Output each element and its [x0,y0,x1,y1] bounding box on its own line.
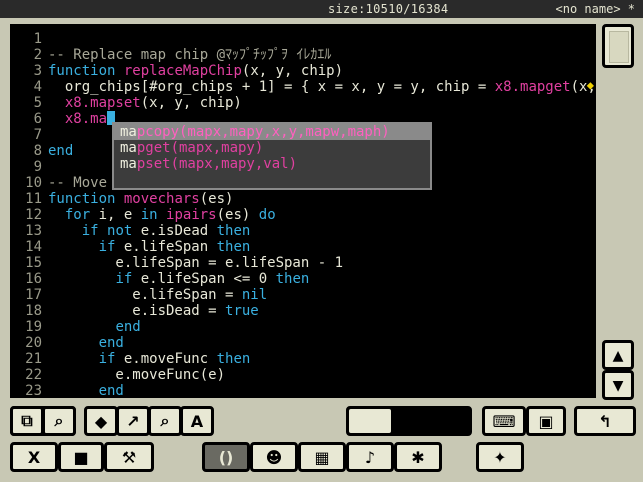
line-number: 18 [25,303,42,319]
line-number: 11 [25,191,42,207]
zoom-slider[interactable] [346,406,472,436]
autocomplete-prefix: ma [120,156,137,172]
line-number: 5 [33,95,42,111]
autocomplete-suggestion: pset(mapx,mapy,val) [136,156,298,172]
line-number: 6 [33,111,42,127]
line-number: 16 [25,271,42,287]
code-line[interactable]: if not e.isDead then [48,223,596,239]
editor-frame: 1 2 3 4 5 6 7 8 9 10 11 12 13 14 15 16 17 18 19 20 21 22 23 --… [0,18,643,404]
line-number: 14 [25,239,42,255]
line-number: 19 [25,319,42,335]
status-bar: size:10510/16384 <no name> * [0,0,643,18]
line-number: 2 [33,47,42,63]
bug-icon[interactable]: ✱ [394,442,442,472]
code-line[interactable]: e.lifeSpan = nil [48,287,596,303]
close-button[interactable]: X [10,442,58,472]
line-number: 22 [25,367,42,383]
autocomplete-item[interactable]: mapcopy(mapx,mapy,x,y,mapw,maph) [114,124,430,140]
line-number: 15 [25,255,42,271]
line-number: 17 [25,287,42,303]
code-line[interactable]: if e.lifeSpan <= 0 then [48,271,596,287]
autocomplete-popup: mapcopy(mapx,mapy,x,y,mapw,maph) mapget(m… [112,122,432,190]
autocomplete-item[interactable]: mapset(mapx,mapy,val) [114,156,430,172]
find-icon[interactable]: ⌕ [148,406,182,436]
code-line[interactable]: e.lifeSpan = e.lifeSpan - 1 [48,255,596,271]
overflow-marker-icon: ◆ [586,78,594,92]
sprite-icon[interactable]: ☻ [250,442,298,472]
code-line[interactable]: function movechars(es) [48,191,596,207]
autocomplete-prefix: ma [120,124,137,140]
line-number: 23 [25,383,42,398]
autocomplete-suggestion: pget(mapx,mapy) [136,140,264,156]
eraser-icon[interactable]: ◆ [84,406,118,436]
code-line[interactable]: end [48,335,596,351]
code-line[interactable]: if e.moveFunc then [48,351,596,367]
run-icon[interactable]: ✦ [476,442,524,472]
sound-icon[interactable]: ♪ [346,442,394,472]
file-name-label: <no name> * [555,2,635,16]
clipboard-icon[interactable]: ▣ [526,406,566,436]
code-line[interactable]: -- Replace map chip @ﾏｯﾌﾟﾁｯﾌﾟｦ ｲﾚｶｴﾙ [48,47,596,63]
autocomplete-suggestion: pcopy(mapx,mapy,x,y,mapw,maph) [136,124,390,140]
slider-knob[interactable] [349,409,391,433]
line-number: 9 [33,159,42,175]
code-line[interactable]: end [48,383,596,398]
wrench-icon[interactable]: ⚒ [104,442,154,472]
map-icon[interactable]: ▦ [298,442,346,472]
code-editor[interactable]: 1 2 3 4 5 6 7 8 9 10 11 12 13 14 15 16 17 18 19 20 21 22 23 --… [10,24,596,398]
scroll-down-icon[interactable]: ▼ [602,370,634,400]
line-number: 21 [25,351,42,367]
keyboard-icon[interactable]: ⌨ [482,406,526,436]
undo-icon[interactable]: ↰ [574,406,636,436]
scroll-up-icon[interactable]: ▲ [602,340,634,370]
line-number: 7 [33,127,42,143]
copy-icon[interactable]: ⧉ [10,406,44,436]
line-number: 12 [25,207,42,223]
code-line[interactable] [48,31,596,47]
file-size-label: size:10510/16384 [328,2,449,16]
scrollbar-thumb[interactable] [602,24,634,68]
autocomplete-prefix: ma [120,140,137,156]
search-doc-icon[interactable]: ⌕ [42,406,76,436]
line-number: 8 [33,143,42,159]
vertical-scrollbar[interactable]: ▲ ▼ [600,24,636,400]
code-line[interactable]: if e.lifeSpan then [48,239,596,255]
code-line[interactable]: e.isDead = true [48,303,596,319]
code-line[interactable]: org_chips[#org_chips + 1] = { x = x, y =… [48,79,596,95]
code-line[interactable]: end [48,319,596,335]
line-number: 3 [33,63,42,79]
jump-icon[interactable]: ↗ [116,406,150,436]
autocomplete-item[interactable]: mapget(mapx,mapy) [114,140,430,156]
code-line[interactable]: function replaceMapChip(x, y, chip) [48,63,596,79]
line-number: 1 [33,31,42,47]
stop-icon[interactable]: ■ [58,442,104,472]
line-number: 4 [33,79,42,95]
code-line[interactable]: for i, e in ipairs(es) do [48,207,596,223]
font-icon[interactable]: A [180,406,214,436]
line-number: 10 [25,175,42,191]
line-number: 13 [25,223,42,239]
code-line[interactable]: e.moveFunc(e) [48,367,596,383]
line-number: 20 [25,335,42,351]
code-line[interactable]: x8.mapset(x, y, chip) [48,95,596,111]
code-tab-button[interactable]: () [202,442,250,472]
